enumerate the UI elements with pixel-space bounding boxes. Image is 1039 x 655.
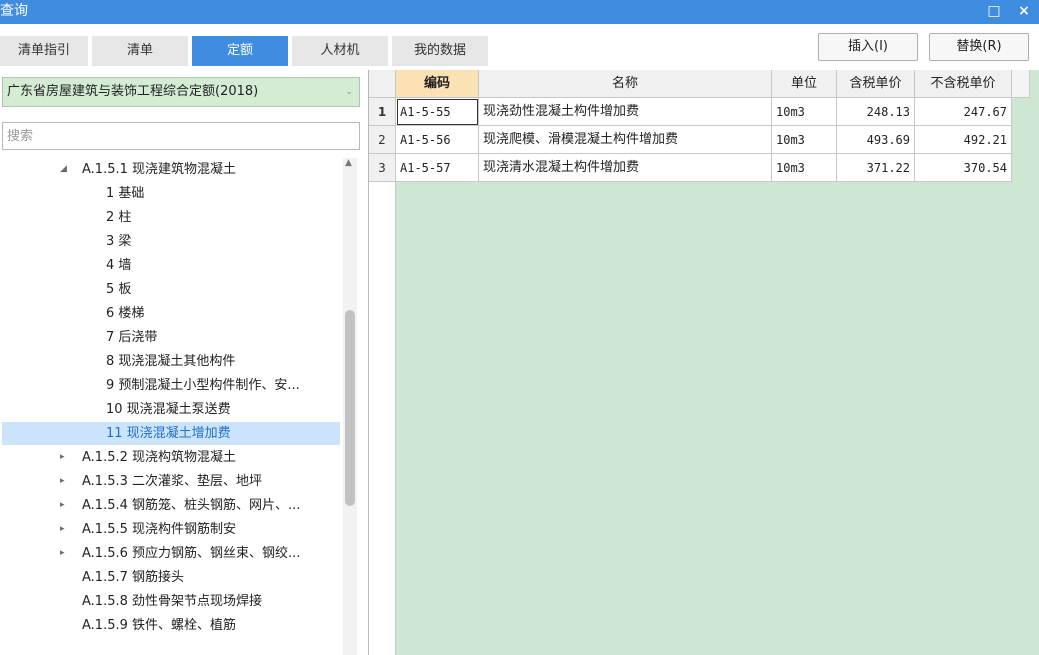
tree-node[interactable]: ◢ A.1.5.1 现浇建筑物混凝土 xyxy=(2,158,340,181)
chevron-down-icon: ⌄ xyxy=(345,87,353,97)
tree-node[interactable]: ▸ A.1.5.2 现浇构筑物混凝土 xyxy=(2,446,340,469)
tree-node-label: A.1.5.3 二次灌浆、垫层、地坪 xyxy=(82,474,263,489)
table-corner xyxy=(369,70,396,98)
cell-price-tax[interactable]: 493.69 xyxy=(837,126,915,154)
tree-node-label: 8 现浇混凝土其他构件 xyxy=(106,354,236,369)
tree-node[interactable]: 6 楼梯 xyxy=(2,302,340,325)
cell-unit[interactable]: 10m3 xyxy=(772,126,837,154)
tree-node-label: 2 柱 xyxy=(106,210,132,225)
tree-node[interactable]: ▸ A.1.5.3 二次灌浆、垫层、地坪 xyxy=(2,470,340,493)
tree-node-label: 7 后浇带 xyxy=(106,330,158,345)
title-bar: 查询 □ × xyxy=(0,0,1039,24)
tree-node-label: A.1.5.6 预应力钢筋、钢丝束、钢绞... xyxy=(82,546,301,561)
quota-table: 编码 名称 单位 含税单价 不含税单价 1 A1-5-55 现浇劲性混凝土构件增… xyxy=(368,70,1039,655)
tree-node[interactable]: A.1.5.9 铁件、螺栓、植筋 xyxy=(2,614,340,637)
cell-unit[interactable]: 10m3 xyxy=(772,154,837,182)
replace-button[interactable]: 替换(R) xyxy=(929,33,1029,61)
cell-price-notax[interactable]: 247.67 xyxy=(915,98,1012,126)
tree-node-label: 1 基础 xyxy=(106,186,145,201)
tree-node[interactable]: 2 柱 xyxy=(2,206,340,229)
cell-unit[interactable]: 10m3 xyxy=(772,98,837,126)
column-header-name[interactable]: 名称 xyxy=(479,70,772,98)
row-number[interactable]: 1 xyxy=(369,98,396,126)
expand-toggle-icon[interactable]: ▸ xyxy=(60,542,65,565)
left-panel: 广东省房屋建筑与装饰工程综合定额(2018) ⌄ ◢ A.1.5.1 现浇建筑物混… xyxy=(0,72,365,655)
tree-node[interactable]: 4 墙 xyxy=(2,254,340,277)
maximize-icon[interactable]: □ xyxy=(983,0,1005,24)
scrollbar-thumb[interactable] xyxy=(345,310,355,506)
close-icon[interactable]: × xyxy=(1013,0,1035,24)
tree-node-label: 11 现浇混凝土增加费 xyxy=(106,426,231,441)
tree-node-label: A.1.5.1 现浇建筑物混凝土 xyxy=(82,162,237,177)
cell-price-tax[interactable]: 371.22 xyxy=(837,154,915,182)
tree-node-label: 10 现浇混凝土泵送费 xyxy=(106,402,231,417)
tree-node-label: 6 楼梯 xyxy=(106,306,145,321)
tree-node[interactable]: ▸ A.1.5.5 现浇构件钢筋制安 xyxy=(2,518,340,541)
expand-toggle-icon[interactable]: ◢ xyxy=(60,158,67,181)
cell-name[interactable]: 现浇清水混凝土构件增加费 xyxy=(479,154,772,182)
library-select-value: 广东省房屋建筑与装饰工程综合定额(2018) xyxy=(7,84,259,99)
column-header-price-notax[interactable]: 不含税单价 xyxy=(915,70,1012,98)
tree-node-label: A.1.5.8 劲性骨架节点现场焊接 xyxy=(82,594,263,609)
column-header-code[interactable]: 编码 xyxy=(396,70,479,98)
row-number[interactable]: 2 xyxy=(369,126,396,154)
search-input[interactable] xyxy=(3,123,359,149)
tree-node[interactable]: A.1.5.8 劲性骨架节点现场焊接 xyxy=(2,590,340,613)
tree-node[interactable]: 1 基础 xyxy=(2,182,340,205)
cell-code[interactable]: A1-5-57 xyxy=(396,154,479,182)
tree-node-label: A.1.5.7 钢筋接头 xyxy=(82,570,185,585)
tree-node-label: A.1.5.4 钢筋笼、桩头钢筋、网片、... xyxy=(82,498,301,513)
expand-toggle-icon[interactable]: ▸ xyxy=(60,470,65,493)
tree-node-label: A.1.5.2 现浇构筑物混凝土 xyxy=(82,450,237,465)
cell-code[interactable]: A1-5-55 xyxy=(396,98,479,126)
tree-node[interactable]: 8 现浇混凝土其他构件 xyxy=(2,350,340,373)
tree-node[interactable]: 9 预制混凝土小型构件制作、安... xyxy=(2,374,340,397)
tree-node-label: 4 墙 xyxy=(106,258,132,273)
tab-quota[interactable]: 定额 xyxy=(192,36,288,66)
tree-node[interactable]: ▸ A.1.5.4 钢筋笼、桩头钢筋、网片、... xyxy=(2,494,340,517)
insert-button[interactable]: 插入(I) xyxy=(818,33,918,61)
tree-node-label: A.1.5.9 铁件、螺栓、植筋 xyxy=(82,618,237,633)
cell-price-tax[interactable]: 248.13 xyxy=(837,98,915,126)
library-select[interactable]: 广东省房屋建筑与装饰工程综合定额(2018) ⌄ xyxy=(2,77,360,107)
tree-node-selected[interactable]: 11 现浇混凝土增加费 xyxy=(2,422,340,445)
column-header-price-tax[interactable]: 含税单价 xyxy=(837,70,915,98)
scroll-up-icon[interactable]: ▲ xyxy=(345,158,352,168)
tree-node-label: 5 板 xyxy=(106,282,132,297)
cell-price-notax[interactable]: 492.21 xyxy=(915,126,1012,154)
cell-price-notax[interactable]: 370.54 xyxy=(915,154,1012,182)
tab-guide[interactable]: 清单指引 xyxy=(0,36,88,66)
column-header-unit[interactable]: 单位 xyxy=(772,70,837,98)
tree-node[interactable]: 7 后浇带 xyxy=(2,326,340,349)
tab-my-data[interactable]: 我的数据 xyxy=(392,36,488,66)
expand-toggle-icon[interactable]: ▸ xyxy=(60,446,65,469)
row-number[interactable]: 3 xyxy=(369,154,396,182)
expand-toggle-icon[interactable]: ▸ xyxy=(60,494,65,517)
tree-node-label: A.1.5.5 现浇构件钢筋制安 xyxy=(82,522,237,537)
window-title: 查询 xyxy=(0,3,28,19)
tree-node[interactable]: 5 板 xyxy=(2,278,340,301)
row-header-gutter xyxy=(369,182,396,655)
tree-node[interactable]: A.1.5.7 钢筋接头 xyxy=(2,566,340,589)
tree-node-label: 9 预制混凝土小型构件制作、安... xyxy=(106,378,300,393)
tab-labor-material-machine[interactable]: 人材机 xyxy=(292,36,388,66)
cell-code[interactable]: A1-5-56 xyxy=(396,126,479,154)
cell-name[interactable]: 现浇爬模、滑模混凝土构件增加费 xyxy=(479,126,772,154)
tree-node[interactable]: 10 现浇混凝土泵送费 xyxy=(2,398,340,421)
cell-name[interactable]: 现浇劲性混凝土构件增加费 xyxy=(479,98,772,126)
tree-scrollbar[interactable]: ▲ xyxy=(343,158,357,655)
tree-node-label: 3 梁 xyxy=(106,234,132,249)
expand-toggle-icon[interactable]: ▸ xyxy=(60,518,65,541)
column-header-filler xyxy=(1012,70,1030,98)
tree-node[interactable]: ▸ A.1.5.6 预应力钢筋、钢丝束、钢绞... xyxy=(2,542,340,565)
tree-node[interactable]: 3 梁 xyxy=(2,230,340,253)
search-box[interactable] xyxy=(2,122,360,150)
tab-bill[interactable]: 清单 xyxy=(92,36,188,66)
quota-tree: ◢ A.1.5.1 现浇建筑物混凝土 1 基础 2 柱 3 梁 4 墙 5 板 6… xyxy=(0,158,343,655)
